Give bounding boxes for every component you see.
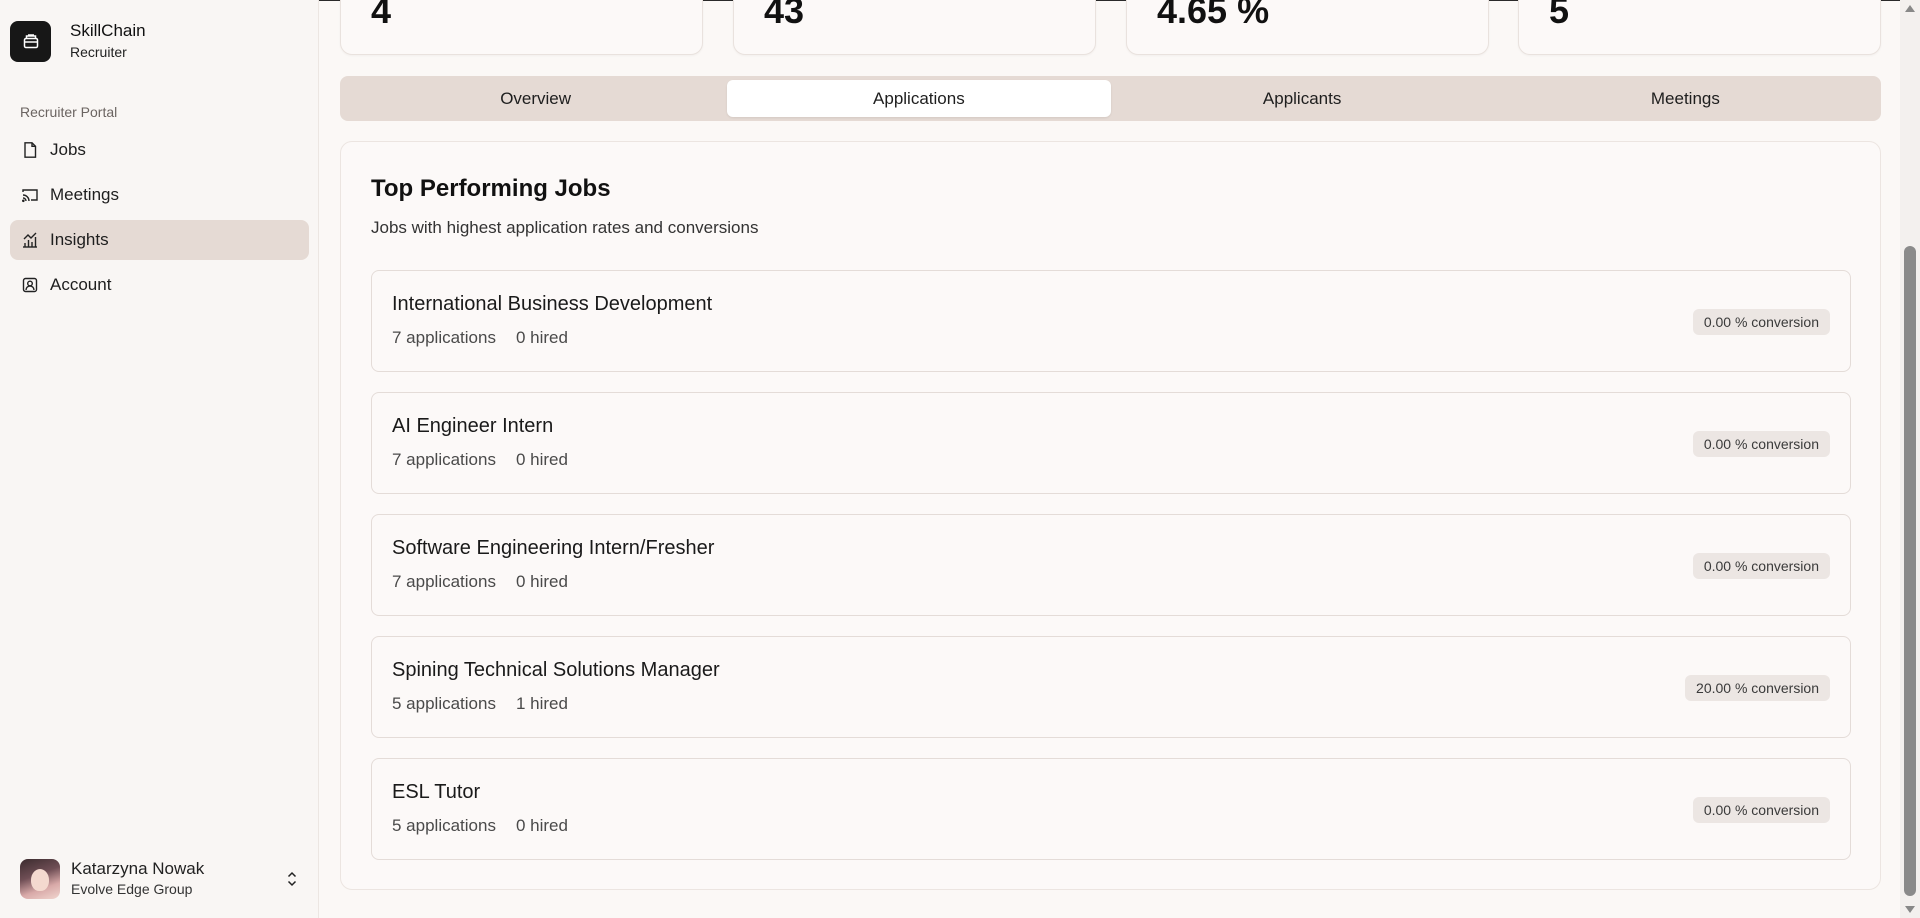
job-card[interactable]: AI Engineer Intern 7 applications 0 hire… [371, 392, 1851, 494]
tab-overview[interactable]: Overview [344, 80, 727, 117]
conversion-badge: 0.00 % conversion [1692, 431, 1830, 457]
job-title: International Business Development [392, 293, 713, 315]
sidebar-item-label: Meetings [50, 185, 119, 204]
conversion-badge: 0.00 % conversion [1692, 309, 1830, 335]
conversion-badge: 20.00 % conversion [1685, 675, 1830, 701]
sidebar-item-insights[interactable]: Insights [10, 220, 309, 260]
user-menu[interactable]: Katarzyna Nowak Evolve Edge Group [20, 858, 300, 899]
stat-card: 43 [733, 0, 1096, 55]
job-applications: 5 applications [392, 816, 496, 835]
stat-card: 4 [340, 0, 703, 55]
section-label: Recruiter Portal [20, 104, 118, 120]
job-title: ESL Tutor [392, 781, 481, 803]
job-card[interactable]: Spining Technical Solutions Manager 5 ap… [371, 636, 1851, 738]
job-hired: 0 hired [515, 328, 568, 347]
stat-value: 43 [764, 0, 805, 31]
job-title: Spining Technical Solutions Manager [392, 659, 720, 681]
user-name: Katarzyna Nowak [71, 859, 205, 878]
stat-value: 4.65 % [1157, 0, 1270, 31]
job-card[interactable]: ESL Tutor 5 applications 0 hired 0.00 % … [371, 758, 1851, 860]
main-content: 4 43 4.65 % 5 Overview Applications Appl… [320, 0, 1900, 918]
tab-meetings[interactable]: Meetings [1494, 80, 1877, 117]
page-scrollbar[interactable] [1900, 0, 1920, 918]
tab-applicants[interactable]: Applicants [1111, 80, 1494, 117]
sidebar-item-label: Account [50, 275, 112, 294]
job-applications: 7 applications [392, 450, 496, 469]
job-card[interactable]: Software Engineering Intern/Fresher 7 ap… [371, 514, 1851, 616]
chart-icon [21, 231, 39, 249]
job-title: Software Engineering Intern/Fresher [392, 537, 715, 559]
sidebar-nav: Jobs Meetings Insights Account [10, 130, 309, 310]
conversion-badge: 0.00 % conversion [1692, 553, 1830, 579]
job-hired: 0 hired [515, 572, 568, 591]
panel-title: Top Performing Jobs [371, 175, 611, 202]
brand[interactable]: SkillChain Recruiter [10, 20, 146, 62]
brand-role: Recruiter [70, 44, 127, 60]
sidebar: SkillChain Recruiter Recruiter Portal Jo… [0, 0, 319, 918]
briefcase-icon [10, 20, 51, 62]
job-applications: 7 applications [392, 572, 496, 591]
stat-card: 5 [1518, 0, 1881, 55]
job-card[interactable]: International Business Development 7 app… [371, 270, 1851, 372]
brand-name: SkillChain [70, 21, 146, 40]
job-title: AI Engineer Intern [392, 415, 554, 437]
cast-icon [21, 186, 39, 204]
file-icon [21, 141, 39, 159]
job-hired: 1 hired [515, 694, 568, 713]
stat-card: 4.65 % [1126, 0, 1489, 55]
contact-icon [21, 276, 39, 294]
sidebar-item-label: Insights [50, 230, 109, 249]
chevrons-up-down-icon[interactable] [284, 869, 300, 889]
sidebar-item-meetings[interactable]: Meetings [10, 175, 309, 215]
sidebar-item-account[interactable]: Account [10, 265, 309, 305]
stat-value: 5 [1549, 0, 1570, 31]
insights-tabs: Overview Applications Applicants Meeting… [340, 76, 1881, 121]
panel-subtitle: Jobs with highest application rates and … [371, 218, 759, 237]
stat-value: 4 [371, 0, 392, 31]
scroll-thumb[interactable] [1904, 246, 1916, 896]
avatar [20, 858, 60, 899]
job-hired: 0 hired [515, 816, 568, 835]
tab-applications[interactable]: Applications [727, 80, 1111, 117]
user-org: Evolve Edge Group [71, 881, 193, 897]
sidebar-item-label: Jobs [50, 140, 86, 159]
job-hired: 0 hired [515, 450, 568, 469]
sidebar-item-jobs[interactable]: Jobs [10, 130, 309, 170]
scroll-up-arrow-icon[interactable] [1905, 5, 1915, 12]
job-applications: 5 applications [392, 694, 496, 713]
conversion-badge: 0.00 % conversion [1692, 797, 1830, 823]
scroll-down-arrow-icon[interactable] [1905, 906, 1915, 913]
job-applications: 7 applications [392, 328, 496, 347]
top-jobs-panel: Top Performing Jobs Jobs with highest ap… [340, 141, 1881, 890]
